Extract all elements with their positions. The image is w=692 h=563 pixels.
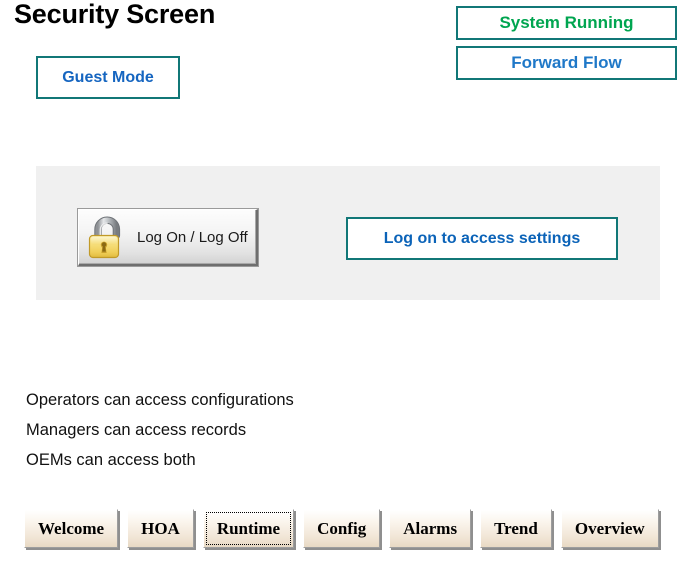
tab-label: Alarms — [403, 518, 458, 538]
system-status-label: System Running — [499, 13, 634, 32]
tab-trend[interactable]: Trend — [480, 509, 552, 548]
flow-status-indicator[interactable]: Forward Flow — [456, 46, 677, 80]
tab-label: HOA — [141, 518, 180, 538]
tab-overview[interactable]: Overview — [560, 509, 659, 548]
tab-label: Config — [317, 518, 367, 538]
info-line: Operators can access configurations — [26, 391, 294, 409]
tab-label: Welcome — [38, 518, 105, 538]
tab-label: Runtime — [216, 518, 281, 538]
page-title: Security Screen — [14, 0, 216, 29]
flow-status-label: Forward Flow — [511, 53, 622, 72]
log-on-hint-label: Log on to access settings — [383, 229, 581, 247]
tab-hoa[interactable]: HOA — [127, 509, 194, 548]
info-line: Managers can access records — [26, 421, 247, 439]
log-on-to-access-settings-button[interactable]: Log on to access settings — [346, 217, 618, 260]
tab-runtime[interactable]: Runtime — [202, 509, 295, 548]
tab-config[interactable]: Config — [303, 509, 381, 548]
tab-label: Trend — [494, 518, 538, 538]
tab-label: Overview — [574, 518, 645, 538]
guest-mode-indicator[interactable]: Guest Mode — [36, 56, 180, 99]
info-line: OEMs can access both — [26, 451, 196, 469]
navigation-tab-bar: Welcome HOA Runtime Config Alarms Trend … — [24, 509, 668, 549]
open-padlock-icon — [85, 215, 129, 260]
system-status-indicator[interactable]: System Running — [456, 6, 677, 40]
guest-mode-label: Guest Mode — [62, 68, 154, 86]
log-on-log-off-label: Log On / Log Off — [137, 228, 248, 246]
tab-alarms[interactable]: Alarms — [389, 509, 472, 548]
log-on-log-off-button[interactable]: Log On / Log Off — [78, 209, 258, 266]
tab-welcome[interactable]: Welcome — [24, 509, 119, 548]
security-screen: Security Screen Guest Mode System Runnin… — [0, 0, 692, 563]
access-info-text: Operators can access configurations Mana… — [26, 385, 446, 475]
